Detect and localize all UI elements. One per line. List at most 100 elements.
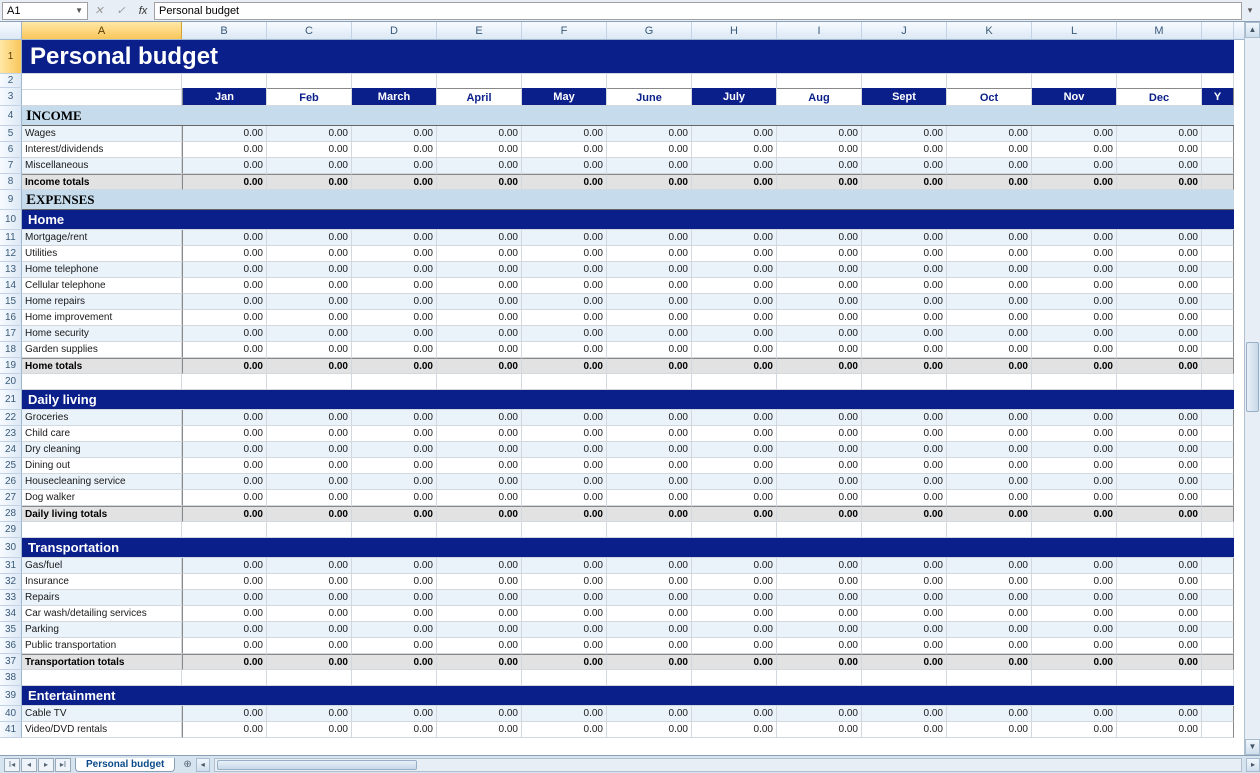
data-cell[interactable]: 0.00 (522, 426, 607, 442)
data-cell[interactable]: 0.00 (182, 590, 267, 606)
data-cell[interactable]: 0.00 (182, 410, 267, 426)
data-cell[interactable]: 0.00 (1032, 622, 1117, 638)
data-cell[interactable]: 0.00 (777, 278, 862, 294)
data-cell[interactable] (1202, 722, 1234, 738)
data-cell[interactable]: 0.00 (182, 358, 267, 374)
data-cell[interactable]: 0.00 (947, 142, 1032, 158)
data-cell[interactable]: 0.00 (947, 474, 1032, 490)
data-cell[interactable] (1202, 294, 1234, 310)
data-cell[interactable]: 0.00 (352, 278, 437, 294)
data-cell[interactable]: 0.00 (182, 174, 267, 190)
data-cell[interactable]: 0.00 (777, 410, 862, 426)
data-cell[interactable]: 0.00 (777, 722, 862, 738)
month-header[interactable]: June (607, 88, 692, 106)
data-cell[interactable]: 0.00 (1117, 326, 1202, 342)
row-header-24[interactable]: 24 (0, 442, 22, 458)
data-cell[interactable]: 0.00 (607, 174, 692, 190)
row-header-10[interactable]: 10 (0, 210, 22, 230)
data-cell[interactable]: 0.00 (1117, 638, 1202, 654)
month-header[interactable]: Oct (947, 88, 1032, 106)
data-cell[interactable]: 0.00 (522, 474, 607, 490)
row-header-30[interactable]: 30 (0, 538, 22, 558)
data-cell[interactable]: 0.00 (522, 262, 607, 278)
blank-cell[interactable] (1032, 522, 1117, 538)
row-header-41[interactable]: 41 (0, 722, 22, 738)
row-header-31[interactable]: 31 (0, 558, 22, 574)
data-cell[interactable] (1202, 606, 1234, 622)
month-header[interactable]: July (692, 88, 777, 106)
row-label[interactable]: Dry cleaning (22, 442, 182, 458)
data-cell[interactable]: 0.00 (947, 638, 1032, 654)
data-cell[interactable]: 0.00 (1032, 310, 1117, 326)
data-cell[interactable]: 0.00 (777, 174, 862, 190)
data-cell[interactable] (1202, 574, 1234, 590)
data-cell[interactable]: 0.00 (1032, 442, 1117, 458)
data-cell[interactable]: 0.00 (437, 442, 522, 458)
data-cell[interactable]: 0.00 (607, 574, 692, 590)
row-header-11[interactable]: 11 (0, 230, 22, 246)
data-cell[interactable]: 0.00 (522, 606, 607, 622)
row-label[interactable]: Video/DVD rentals (22, 722, 182, 738)
data-cell[interactable]: 0.00 (947, 294, 1032, 310)
data-cell[interactable]: 0.00 (1117, 574, 1202, 590)
data-cell[interactable]: 0.00 (522, 458, 607, 474)
data-cell[interactable]: 0.00 (1117, 174, 1202, 190)
data-cell[interactable] (1202, 310, 1234, 326)
row-header-35[interactable]: 35 (0, 622, 22, 638)
data-cell[interactable]: 0.00 (607, 342, 692, 358)
data-cell[interactable]: 0.00 (1117, 474, 1202, 490)
data-cell[interactable] (1202, 278, 1234, 294)
select-all-corner[interactable] (0, 22, 22, 39)
data-cell[interactable]: 0.00 (1117, 294, 1202, 310)
data-cell[interactable]: 0.00 (267, 490, 352, 506)
data-cell[interactable]: 0.00 (182, 262, 267, 278)
data-cell[interactable]: 0.00 (692, 142, 777, 158)
data-cell[interactable]: 0.00 (777, 654, 862, 670)
data-cell[interactable]: 0.00 (607, 506, 692, 522)
blank-cell[interactable] (182, 670, 267, 686)
data-cell[interactable]: 0.00 (522, 442, 607, 458)
blank-cell[interactable] (947, 374, 1032, 390)
data-cell[interactable]: 0.00 (862, 654, 947, 670)
data-cell[interactable]: 0.00 (522, 174, 607, 190)
data-cell[interactable]: 0.00 (267, 410, 352, 426)
data-cell[interactable]: 0.00 (777, 442, 862, 458)
row-header-17[interactable]: 17 (0, 326, 22, 342)
data-cell[interactable]: 0.00 (352, 230, 437, 246)
budget-title[interactable]: Personal budget (22, 40, 1234, 74)
row-header-4[interactable]: 4 (0, 106, 22, 126)
data-cell[interactable]: 0.00 (352, 294, 437, 310)
data-cell[interactable]: 0.00 (1117, 506, 1202, 522)
blank-cell[interactable] (777, 522, 862, 538)
row-header-16[interactable]: 16 (0, 310, 22, 326)
blank-cell[interactable] (607, 522, 692, 538)
data-cell[interactable]: 0.00 (947, 410, 1032, 426)
data-cell[interactable]: 0.00 (1117, 654, 1202, 670)
data-cell[interactable]: 0.00 (607, 638, 692, 654)
data-cell[interactable]: 0.00 (607, 310, 692, 326)
data-cell[interactable]: 0.00 (947, 326, 1032, 342)
data-cell[interactable]: 0.00 (777, 706, 862, 722)
data-cell[interactable]: 0.00 (692, 558, 777, 574)
row-header-8[interactable]: 8 (0, 174, 22, 190)
blank-cell[interactable] (182, 522, 267, 538)
col-header-L[interactable]: L (1032, 22, 1117, 39)
data-cell[interactable]: 0.00 (437, 278, 522, 294)
data-cell[interactable]: 0.00 (267, 294, 352, 310)
row-label[interactable]: Garden supplies (22, 342, 182, 358)
data-cell[interactable]: 0.00 (607, 278, 692, 294)
data-cell[interactable]: 0.00 (947, 158, 1032, 174)
data-cell[interactable] (1202, 342, 1234, 358)
data-cell[interactable]: 0.00 (862, 574, 947, 590)
data-cell[interactable]: 0.00 (692, 722, 777, 738)
row-label[interactable]: Home telephone (22, 262, 182, 278)
subsection-transport[interactable]: Transportation (22, 538, 1234, 558)
data-cell[interactable]: 0.00 (522, 654, 607, 670)
data-cell[interactable] (1202, 326, 1234, 342)
row-header-29[interactable]: 29 (0, 522, 22, 538)
data-cell[interactable]: 0.00 (777, 126, 862, 142)
row-label[interactable]: Cellular telephone (22, 278, 182, 294)
data-cell[interactable]: 0.00 (182, 126, 267, 142)
data-cell[interactable]: 0.00 (182, 722, 267, 738)
data-cell[interactable]: 0.00 (692, 426, 777, 442)
